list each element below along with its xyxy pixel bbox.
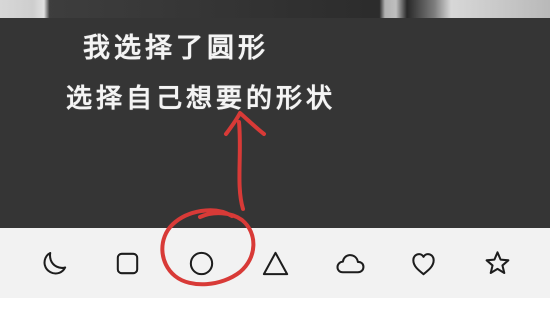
moon-icon [43, 251, 66, 274]
heart-shape-button[interactable] [402, 242, 444, 284]
triangle-icon [262, 251, 288, 275]
annotation-choose-shape-text: 选择自己想要的形状 [66, 84, 337, 114]
shape-selection-screen: 我选择了圆形 选择自己想要的形状 [0, 0, 550, 316]
cloud-shape-button[interactable] [328, 242, 370, 284]
red-arrow-annotation [224, 111, 266, 211]
rounded-square-icon [116, 252, 138, 274]
moon-shape-button[interactable] [32, 242, 74, 284]
shape-toolbar [0, 228, 550, 298]
heart-icon [411, 252, 435, 275]
photo-preview: 我选择了圆形 选择自己想要的形状 [0, 0, 550, 228]
cloud-icon [335, 253, 364, 273]
star-icon [485, 250, 509, 274]
star-shape-button[interactable] [476, 242, 518, 284]
circle-shape-button[interactable] [180, 242, 222, 284]
circle-icon [189, 251, 213, 275]
triangle-shape-button[interactable] [254, 242, 296, 284]
toolbar-bottom-space [0, 298, 550, 316]
annotation-selected-circle-text: 我选择了圆形 [83, 33, 269, 64]
rounded-square-shape-button[interactable] [106, 242, 148, 284]
photo-top-strip [0, 0, 550, 18]
